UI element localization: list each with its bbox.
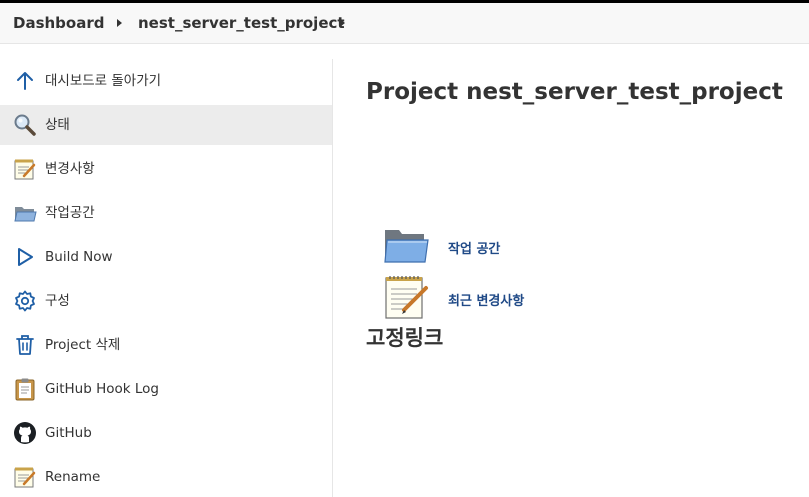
arrow-up-icon bbox=[13, 69, 37, 93]
sidebar-item-label: GitHub bbox=[45, 425, 92, 441]
breadcrumb-dashboard[interactable]: Dashboard bbox=[13, 3, 104, 44]
sidebar-item-github[interactable]: GitHub bbox=[0, 413, 332, 453]
notepad-icon bbox=[13, 157, 37, 181]
recent-changes-link-row: 최근 변경사항 bbox=[382, 274, 682, 320]
sidebar-item-label: 구성 bbox=[45, 293, 70, 309]
sidebar-item-label: 변경사항 bbox=[45, 161, 95, 177]
search-icon bbox=[13, 113, 37, 137]
sidebar-item-github-hook-log[interactable]: GitHub Hook Log bbox=[0, 369, 332, 409]
permalinks-title: 고정링크 bbox=[366, 326, 444, 350]
sidebar-item-label: GitHub Hook Log bbox=[45, 381, 159, 397]
play-icon bbox=[13, 245, 37, 269]
recent-changes-link[interactable]: 최근 변경사항 bbox=[448, 290, 524, 309]
sidebar-item-status[interactable]: 상태 bbox=[0, 105, 332, 145]
trash-icon bbox=[13, 333, 37, 357]
sidebar-item-workspace[interactable]: 작업공간 bbox=[0, 193, 332, 233]
sidebar-item-label: 작업공간 bbox=[45, 205, 95, 221]
github-icon bbox=[13, 421, 37, 445]
folder-icon bbox=[13, 201, 37, 225]
sidebar-item-delete-project[interactable]: Project 삭제 bbox=[0, 325, 332, 365]
workspace-link[interactable]: 작업 공간 bbox=[448, 238, 500, 257]
notepad-icon[interactable] bbox=[382, 274, 430, 320]
sidebar: 대시보드로 돌아가기 상태 변경사항 작업공간 Build Now 구성 Pro… bbox=[0, 59, 333, 497]
gear-icon bbox=[13, 289, 37, 313]
breadcrumb-project[interactable]: nest_server_test_project bbox=[138, 3, 345, 44]
breadcrumb: Dashboard nest_server_test_project bbox=[0, 3, 809, 44]
sidebar-item-label: Rename bbox=[45, 469, 101, 485]
notepad-icon bbox=[13, 465, 37, 489]
sidebar-item-rename[interactable]: Rename bbox=[0, 457, 332, 497]
page-title: Project nest_server_test_project bbox=[366, 79, 783, 105]
clipboard-icon bbox=[13, 377, 37, 401]
sidebar-item-build-now[interactable]: Build Now bbox=[0, 237, 332, 277]
folder-icon[interactable] bbox=[382, 222, 430, 268]
chevron-right-icon[interactable] bbox=[117, 19, 122, 27]
sidebar-item-back-to-dashboard[interactable]: 대시보드로 돌아가기 bbox=[0, 61, 332, 101]
sidebar-item-label: Build Now bbox=[45, 249, 113, 265]
chevron-right-icon[interactable] bbox=[340, 19, 345, 27]
sidebar-item-changes[interactable]: 변경사항 bbox=[0, 149, 332, 189]
sidebar-item-label: Project 삭제 bbox=[45, 337, 121, 353]
workspace-link-row: 작업 공간 bbox=[382, 222, 682, 268]
sidebar-item-label: 상태 bbox=[45, 117, 70, 133]
main-content: Project nest_server_test_project 작업 공간 최… bbox=[334, 44, 809, 497]
sidebar-item-configure[interactable]: 구성 bbox=[0, 281, 332, 321]
sidebar-item-label: 대시보드로 돌아가기 bbox=[45, 73, 162, 89]
